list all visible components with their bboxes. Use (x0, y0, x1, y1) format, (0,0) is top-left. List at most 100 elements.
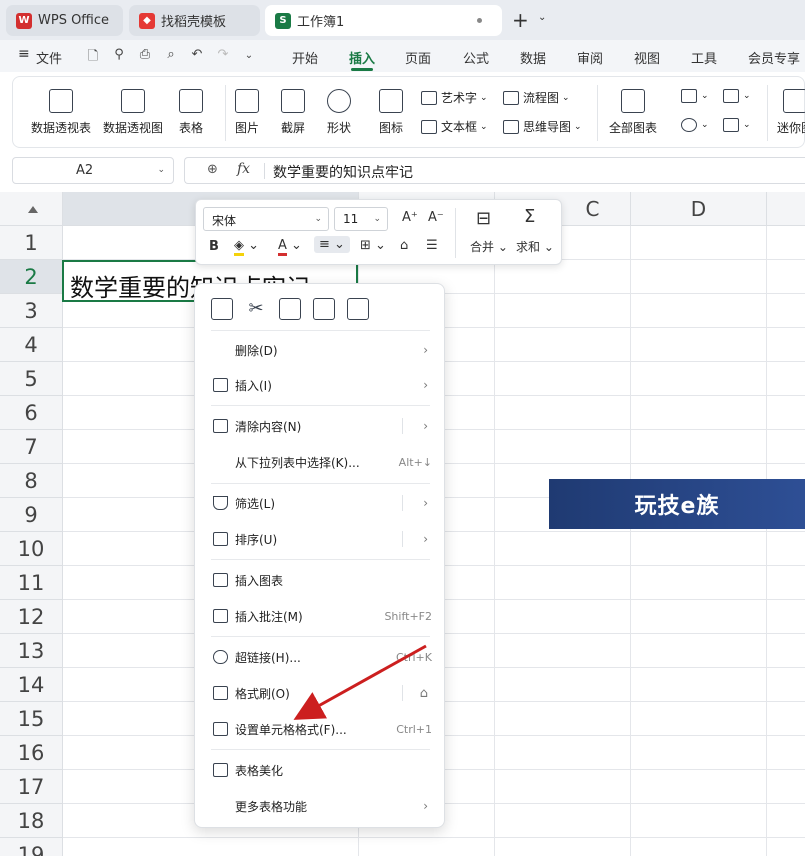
column-header-d[interactable]: D (631, 192, 767, 226)
row-header[interactable]: 13 (0, 634, 63, 668)
format-painter-icon[interactable]: ⌂ (420, 686, 428, 701)
row-header[interactable]: 7 (0, 430, 63, 464)
fill-color-icon[interactable]: ◈ ⌄ (234, 238, 259, 256)
menu-formula[interactable]: 公式 (463, 48, 489, 67)
menu-item-insert-chart[interactable]: 插入图表 (195, 567, 446, 593)
chevron-down-icon[interactable]: ⌄ (538, 12, 546, 23)
column-chart-button[interactable]: ⌄ (681, 89, 709, 103)
menu-item-hyperlink[interactable]: 超链接(H)... Ctrl+K (195, 644, 446, 670)
pivot-chart-button[interactable]: 数据透视图 (103, 89, 163, 136)
menu-member[interactable]: 会员专享 (748, 48, 800, 67)
merge-button[interactable]: 合并 ⌄ (470, 238, 508, 255)
row-header[interactable]: 1 (0, 226, 63, 260)
row-header[interactable]: 9 (0, 498, 63, 532)
column-header-e[interactable] (767, 192, 805, 226)
borders-icon[interactable]: ⊞ ⌄ (360, 238, 386, 253)
menu-item-format-cells[interactable]: 设置单元格格式(F)... Ctrl+1 (195, 716, 446, 742)
sum-button[interactable]: 求和 ⌄ (516, 238, 554, 255)
menu-item-sort[interactable]: 排序(U) › (195, 526, 446, 552)
row-header[interactable]: 19 (0, 838, 63, 856)
all-charts-button[interactable]: 全部图表 (609, 89, 657, 136)
tab-wps-office[interactable]: W WPS Office (6, 5, 123, 36)
bold-icon[interactable]: B (209, 239, 219, 254)
menu-item-more-table-features[interactable]: 更多表格功能 › (195, 793, 446, 819)
row-header[interactable]: 5 (0, 362, 63, 396)
tab-workbook[interactable]: S 工作簿1 (265, 5, 502, 36)
menu-tools[interactable]: 工具 (691, 48, 717, 67)
menu-file[interactable]: 文件 (36, 48, 62, 67)
pie-chart-button[interactable]: ⌄ (681, 118, 709, 132)
icon-button[interactable]: 图标 (379, 89, 403, 136)
row-header[interactable]: 16 (0, 736, 63, 770)
cut-icon[interactable]: ✂ (245, 298, 267, 320)
row-header[interactable]: 12 (0, 600, 63, 634)
paste-special-icon[interactable] (347, 298, 369, 320)
menu-item-delete[interactable]: 删除(D) › (195, 337, 446, 363)
menu-item-insert-comment[interactable]: 插入批注(M) Shift+F2 (195, 603, 446, 629)
chevron-down-icon[interactable]: ⌄ (157, 165, 165, 175)
row-header[interactable]: 11 (0, 566, 63, 600)
format-painter-icon[interactable]: ⌂ (400, 238, 408, 253)
sparkline-button[interactable]: 迷你图 (777, 89, 805, 136)
row-header[interactable]: 15 (0, 702, 63, 736)
menu-item-table-beautify[interactable]: 表格美化 (195, 757, 446, 783)
row-header[interactable]: 10 (0, 532, 63, 566)
menu-view[interactable]: 视图 (634, 48, 660, 67)
textbox-button[interactable]: 文本框 ⌄ (421, 118, 488, 135)
shape-button[interactable]: 形状 (327, 89, 351, 136)
menu-item-clear-contents[interactable]: 清除内容(N) › (195, 413, 446, 439)
undo-icon[interactable]: ↶ (188, 47, 206, 65)
row-header[interactable]: 8 (0, 464, 63, 498)
paste-icon[interactable] (279, 298, 301, 320)
menu-item-filter[interactable]: 筛选(L) › (195, 490, 446, 516)
redo-icon[interactable]: ↷ (214, 47, 232, 65)
menu-insert[interactable]: 插入 (349, 48, 375, 67)
sum-icon[interactable]: Σ (524, 206, 535, 227)
wordart-button[interactable]: 艺术字 ⌄ (421, 89, 488, 106)
name-box[interactable]: A2 ⌄ (12, 157, 174, 184)
chevron-down-icon[interactable]: ⌄ (240, 50, 258, 68)
row-header[interactable]: 6 (0, 396, 63, 430)
print-preview-icon[interactable]: ⌕ (162, 47, 180, 65)
decrease-font-icon[interactable]: A⁻ (428, 210, 444, 225)
copy-icon[interactable] (211, 298, 233, 320)
formula-value[interactable]: 数学重要的知识点牢记 (273, 162, 413, 182)
picture-button[interactable]: 图片 (235, 89, 259, 136)
merge-icon[interactable]: ⊟ (476, 208, 491, 229)
font-family-select[interactable]: 宋体 ⌄ (203, 207, 329, 231)
cell-style-icon[interactable]: ☰ (426, 238, 438, 253)
increase-font-icon[interactable]: A⁺ (402, 210, 418, 225)
row-header[interactable]: 17 (0, 770, 63, 804)
mindmap-button[interactable]: 思维导图 ⌄ (503, 118, 582, 135)
formula-bar[interactable]: ⊕ fx 数学重要的知识点牢记 (184, 157, 805, 184)
flowchart-button[interactable]: 流程图 ⌄ (503, 89, 570, 106)
table-button[interactable]: 表格 (179, 89, 203, 136)
paste-text-icon[interactable] (313, 298, 335, 320)
link-icon[interactable]: ⚲ (110, 47, 128, 65)
select-all-corner[interactable] (0, 192, 63, 226)
hamburger-icon[interactable]: ≡ (18, 46, 30, 62)
scatter-chart-button[interactable]: ⌄ (723, 118, 751, 132)
row-header[interactable]: 18 (0, 804, 63, 838)
fx-icon[interactable]: fx (237, 161, 250, 177)
menu-item-format-painter[interactable]: 格式刷(O) ⌂ (195, 680, 446, 706)
zoom-icon[interactable]: ⊕ (207, 162, 218, 177)
save-icon[interactable]: 🗋 (84, 47, 102, 65)
menu-data[interactable]: 数据 (520, 48, 546, 67)
font-size-select[interactable]: 11 ⌄ (334, 207, 388, 231)
menu-review[interactable]: 审阅 (577, 48, 603, 67)
line-chart-button[interactable]: ⌄ (723, 89, 751, 103)
tab-template[interactable]: ◆ 找稻壳模板 (129, 5, 260, 36)
row-header[interactable]: 14 (0, 668, 63, 702)
row-header[interactable]: 2 (0, 260, 63, 294)
new-tab-icon[interactable]: + (512, 8, 529, 32)
pivot-table-button[interactable]: 数据透视表 (31, 89, 91, 136)
row-header[interactable]: 4 (0, 328, 63, 362)
row-header[interactable]: 3 (0, 294, 63, 328)
screenshot-button[interactable]: 截屏 (281, 89, 305, 136)
menu-item-insert[interactable]: 插入(I) › (195, 372, 446, 398)
menu-page[interactable]: 页面 (405, 48, 431, 67)
menu-home[interactable]: 开始 (292, 48, 318, 67)
menu-item-pick-from-list[interactable]: 从下拉列表中选择(K)... Alt+↓ (195, 449, 446, 475)
font-color-icon[interactable]: A ⌄ (278, 238, 302, 256)
